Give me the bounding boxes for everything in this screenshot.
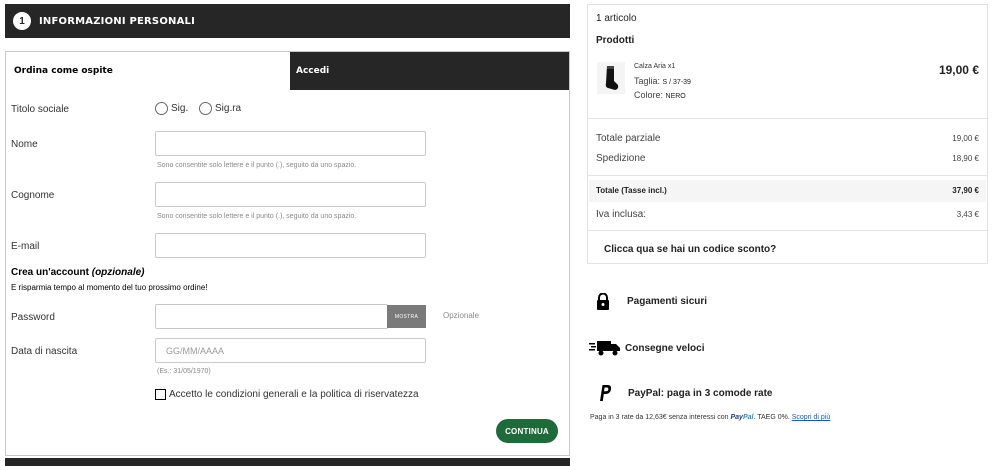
title-label: Titolo sociale bbox=[11, 104, 69, 115]
show-password-button[interactable]: MOSTRA bbox=[387, 305, 426, 328]
product-size: Taglia: S / 37-39 bbox=[634, 76, 691, 86]
product-color: Colore: NERO bbox=[634, 90, 686, 100]
divider bbox=[588, 118, 987, 119]
paypal-note-rate: . TAEG 0%. bbox=[753, 414, 790, 421]
shipping-value: 18,90 € bbox=[952, 154, 979, 163]
terms-checkbox-row[interactable]: Accetto le condizioni generali e la poli… bbox=[155, 389, 419, 400]
product-size-value: S / 37-39 bbox=[662, 79, 691, 86]
paypal-installments-note: Paga in 3 rate da 12,63€ senza interessi… bbox=[590, 414, 830, 421]
birthdate-hint: (Es.: 31/05/1970) bbox=[157, 368, 211, 375]
create-account-title-text: Crea un'account bbox=[11, 267, 89, 278]
terms-checkbox[interactable] bbox=[155, 389, 166, 400]
product-name[interactable]: Calza Aria x1 bbox=[634, 63, 675, 70]
total-value: 37,90 € bbox=[952, 186, 979, 195]
email-label: E-mail bbox=[11, 241, 40, 252]
total-row: Totale (Tasse incl.) 37,90 € bbox=[589, 180, 986, 202]
password-label: Password bbox=[11, 312, 55, 323]
radio-mrs[interactable]: Sig.ra bbox=[199, 102, 241, 115]
subtotal-label: Totale parziale bbox=[596, 133, 661, 144]
email-input[interactable] bbox=[155, 233, 426, 258]
continue-button[interactable]: CONTINUA bbox=[496, 419, 558, 443]
paypal-logo: PayPal bbox=[731, 414, 754, 421]
step-number: 1 bbox=[13, 12, 31, 30]
vat-value: 3,43 € bbox=[956, 210, 979, 219]
radio-mr-label: Sig. bbox=[171, 103, 189, 114]
divider bbox=[588, 175, 987, 176]
sock-icon bbox=[605, 66, 619, 90]
benefit-paypal-label: PayPal: paga in 3 comode rate bbox=[628, 387, 773, 399]
birthdate-input[interactable] bbox=[155, 338, 426, 363]
login-tabs: Ordina come ospite Accedi bbox=[6, 52, 569, 90]
birthdate-label: Data di nascita bbox=[11, 346, 78, 357]
password-input[interactable] bbox=[155, 304, 388, 329]
product-thumbnail[interactable] bbox=[597, 62, 625, 94]
last-name-input[interactable] bbox=[155, 182, 426, 207]
benefit-paypal: PayPal: paga in 3 comode rate bbox=[598, 384, 773, 402]
product-color-label: Colore: bbox=[634, 90, 664, 100]
paypal-logo-b: Pal bbox=[742, 414, 754, 421]
benefit-fast-delivery: Consegne veloci bbox=[589, 339, 704, 357]
cart-summary: 1 articolo Prodotti Calza Aria x1 Taglia… bbox=[587, 4, 988, 264]
paypal-learn-more-link[interactable]: Scopri di più bbox=[792, 414, 831, 421]
tab-guest-checkout[interactable]: Ordina come ospite bbox=[6, 52, 290, 90]
first-name-label: Nome bbox=[11, 139, 38, 150]
paypal-note-text: Paga in 3 rate da 12,63€ senza interessi… bbox=[590, 414, 729, 421]
password-optional-note: Opzionale bbox=[443, 311, 480, 320]
create-account-title: Crea un'account (opzionale) bbox=[11, 267, 145, 278]
create-account-subtitle: E risparmia tempo al momento del tuo pro… bbox=[11, 283, 208, 292]
paypal-logo-a: Pay bbox=[730, 414, 743, 421]
lock-icon bbox=[597, 293, 609, 310]
shipping-label: Spedizione bbox=[596, 153, 646, 164]
last-name-hint: Sono consentite solo lettere e il punto … bbox=[157, 213, 357, 220]
benefit-secure-payment: Pagamenti sicuri bbox=[596, 293, 707, 310]
delivery-truck-icon bbox=[589, 341, 620, 356]
benefit-fast-label: Consegne veloci bbox=[625, 342, 705, 354]
radio-mr[interactable]: Sig. bbox=[155, 102, 188, 115]
cart-items-count: 1 articolo bbox=[596, 13, 637, 24]
step-title: INFORMAZIONI PERSONALI bbox=[39, 15, 196, 27]
last-name-label: Cognome bbox=[11, 190, 55, 201]
product-size-label: Taglia: bbox=[634, 76, 661, 86]
benefit-secure-label: Pagamenti sicuri bbox=[627, 296, 708, 307]
total-label: Totale (Tasse incl.) bbox=[596, 186, 667, 195]
create-account-optional: (opzionale) bbox=[91, 267, 145, 278]
discount-code-link[interactable]: Clicca qua se hai un codice sconto? bbox=[604, 244, 776, 255]
radio-circle-icon[interactable] bbox=[155, 102, 168, 115]
products-heading: Prodotti bbox=[596, 35, 635, 46]
radio-circle-icon[interactable] bbox=[199, 102, 212, 115]
first-name-input[interactable] bbox=[155, 131, 426, 156]
terms-label: Accetto le condizioni generali e la poli… bbox=[169, 389, 419, 400]
personal-info-form: Ordina come ospite Accedi Titolo sociale… bbox=[5, 51, 570, 456]
product-price: 19,00 € bbox=[938, 63, 979, 77]
vat-label: Iva inclusa: bbox=[596, 209, 647, 220]
divider bbox=[588, 230, 987, 231]
product-color-value: NERO bbox=[665, 93, 686, 100]
radio-mrs-label: Sig.ra bbox=[215, 103, 242, 114]
first-name-hint: Sono consentite solo lettere e il punto … bbox=[157, 162, 357, 169]
paypal-icon bbox=[600, 385, 612, 401]
subtotal-value: 19,00 € bbox=[952, 134, 979, 143]
step-header: 1 INFORMAZIONI PERSONALI bbox=[5, 4, 570, 38]
tab-login[interactable]: Accedi bbox=[290, 52, 569, 90]
next-step-header bbox=[5, 458, 570, 466]
